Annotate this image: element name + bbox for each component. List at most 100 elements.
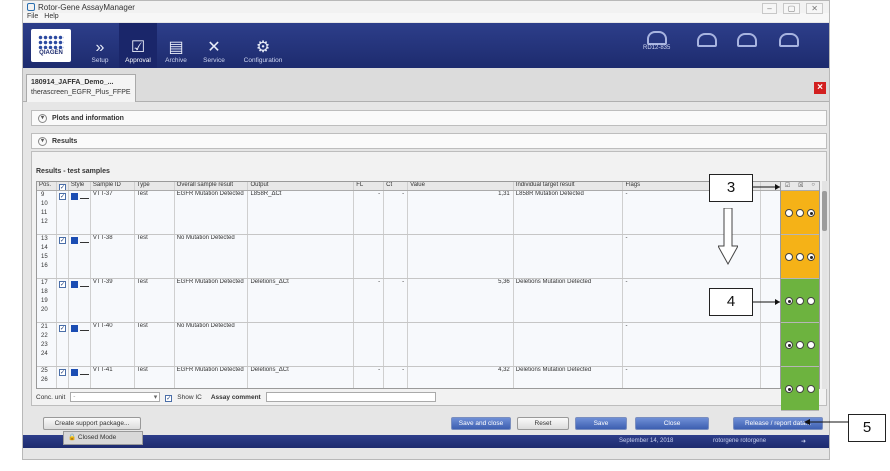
approval-row	[781, 323, 819, 367]
plots-section-title: Plots and information	[52, 114, 124, 122]
accept-radio[interactable]	[785, 208, 794, 217]
table-row[interactable]: 13 14 15 16 ✓ VTT-38 Test No Mutation Detected -	[37, 235, 807, 279]
minimize-icon[interactable]: –	[762, 3, 777, 14]
position-number: 22	[41, 333, 48, 339]
col-fl[interactable]: FL	[354, 182, 385, 190]
position-number: 25	[41, 368, 48, 374]
cell-type: Test	[135, 323, 175, 366]
experiment-tab[interactable]: 180914_JAFFA_Demo_... therascreen_EGFR_P…	[26, 74, 136, 102]
reset-button[interactable]: Reset	[517, 417, 569, 430]
cell-sample-id: VTT-41	[91, 367, 135, 388]
instrument-slot-4[interactable]	[779, 33, 799, 47]
accept-radio[interactable]	[785, 296, 794, 305]
scrollbar-thumb[interactable]	[822, 191, 827, 231]
chevrons-icon: »	[95, 39, 105, 56]
plots-section-header[interactable]: ▾ Plots and information	[31, 110, 827, 126]
undecided-icon[interactable]: ○	[811, 182, 815, 190]
results-scrollbar[interactable]	[822, 181, 827, 389]
undecided-radio[interactable]	[806, 384, 815, 393]
accept-icon[interactable]: ☑	[785, 182, 790, 190]
grid-header: Pos. ✓ Style Sample ID Type Overall samp…	[37, 182, 807, 191]
experiment-name: 180914_JAFFA_Demo_...	[31, 79, 114, 86]
accept-radio[interactable]	[785, 252, 794, 261]
cell-value: 1,31	[408, 191, 514, 234]
col-output[interactable]: Output	[248, 182, 355, 190]
col-target-result[interactable]: Individual target result	[514, 182, 624, 190]
col-overall[interactable]: Overall sample result	[175, 182, 249, 190]
col-sample-id[interactable]: Sample ID	[91, 182, 135, 190]
toolbar-service[interactable]: ✕ Service	[195, 23, 233, 68]
menu-file[interactable]: File	[27, 13, 38, 22]
instrument-slot-2[interactable]	[697, 33, 717, 47]
table-row[interactable]: 17 18 19 20 ✓ VTT-39 Test EGFR Mutation Detecte…	[37, 279, 807, 323]
reject-radio[interactable]	[795, 208, 804, 217]
cell-target-result	[514, 235, 624, 278]
col-value[interactable]: Value	[408, 182, 514, 190]
cell-select: ✓	[57, 323, 69, 366]
reject-radio[interactable]	[795, 384, 804, 393]
reject-radio[interactable]	[795, 252, 804, 261]
instrument-slot-3[interactable]	[737, 33, 757, 47]
logout-icon[interactable]: ➜	[801, 438, 806, 445]
results-section-header[interactable]: ▾ Results	[31, 133, 827, 149]
line-style-icon	[79, 373, 89, 375]
maximize-icon[interactable]: ▢	[782, 3, 801, 14]
cell-positions: 25 26	[37, 367, 57, 388]
grid-body: 9 10 11 12 ✓ VTT-37 Test EGFR Mutation Detected…	[37, 191, 807, 388]
create-support-package-button[interactable]: Create support package...	[43, 417, 141, 430]
row-checkbox[interactable]: ✓	[58, 369, 66, 376]
cell-ct: -	[384, 191, 409, 234]
save-and-close-button[interactable]: Save and close	[451, 417, 511, 430]
close-experiment-icon[interactable]: ×	[814, 82, 826, 94]
select-all-checkbox[interactable]: ✓	[58, 184, 66, 190]
col-select-all[interactable]: ✓	[57, 182, 69, 190]
undecided-radio[interactable]	[806, 296, 815, 305]
col-ct[interactable]: Ct	[384, 182, 409, 190]
undecided-radio[interactable]	[806, 208, 815, 217]
close-button[interactable]: Close	[635, 417, 709, 430]
reject-icon[interactable]: ☒	[798, 182, 803, 190]
cell-overall-result: EGFR Mutation Detected	[175, 191, 249, 234]
position-number: 10	[41, 201, 48, 207]
menu-bar: File Help	[23, 13, 829, 22]
cell-style	[69, 191, 91, 234]
cell-value: 5,36	[408, 279, 514, 322]
position-number: 11	[41, 210, 48, 216]
undecided-radio[interactable]	[806, 252, 815, 261]
row-checkbox[interactable]: ✓	[58, 237, 66, 244]
line-style-icon	[79, 197, 89, 199]
cell-fl: -	[354, 191, 385, 234]
assay-comment-input[interactable]	[265, 392, 436, 402]
table-row[interactable]: 21 22 23 24 ✓ VTT-40 Test No Mutation Detected -	[37, 323, 807, 367]
toolbar-approval-label: Approval	[125, 57, 151, 64]
table-row[interactable]: 9 10 11 12 ✓ VTT-37 Test EGFR Mutation Detected…	[37, 191, 807, 235]
reject-radio[interactable]	[795, 340, 804, 349]
col-pos[interactable]: Pos.	[37, 182, 57, 190]
col-type[interactable]: Type	[135, 182, 175, 190]
row-checkbox[interactable]: ✓	[58, 325, 66, 332]
col-style[interactable]: Style	[69, 182, 91, 190]
cell-fl: -	[354, 367, 385, 388]
cell-sample-id: VTT-39	[91, 279, 135, 322]
toolbar-configuration[interactable]: ⚙ Configuration	[233, 23, 293, 68]
toolbar-archive[interactable]: ▤ Archive	[157, 23, 195, 68]
row-checkbox[interactable]: ✓	[58, 281, 66, 288]
menu-help[interactable]: Help	[44, 13, 58, 22]
reject-radio[interactable]	[795, 296, 804, 305]
undecided-radio[interactable]	[806, 340, 815, 349]
conc-unit-label: Conc. unit	[36, 393, 66, 401]
toolbar-setup[interactable]: » Setup	[81, 23, 119, 68]
conc-unit-select[interactable]: -	[70, 392, 161, 402]
save-button[interactable]: Save	[575, 417, 627, 430]
row-checkbox[interactable]: ✓	[58, 193, 66, 200]
toolbar-approval[interactable]: ☑ Approval	[119, 23, 157, 68]
cell-type: Test	[135, 191, 175, 234]
position-number: 21	[41, 324, 48, 330]
accept-radio[interactable]	[785, 340, 794, 349]
show-ic-checkbox[interactable]: ✓	[165, 394, 173, 402]
accept-radio[interactable]	[785, 384, 794, 393]
show-ic-label: Show IC	[177, 393, 202, 401]
table-row[interactable]: 25 26 ✓ VTT-41 Test EGFR Mutation Detected Del…	[37, 367, 807, 388]
instrument-rd12[interactable]: RD12-835	[643, 31, 670, 51]
close-window-icon[interactable]: ✕	[806, 3, 823, 14]
